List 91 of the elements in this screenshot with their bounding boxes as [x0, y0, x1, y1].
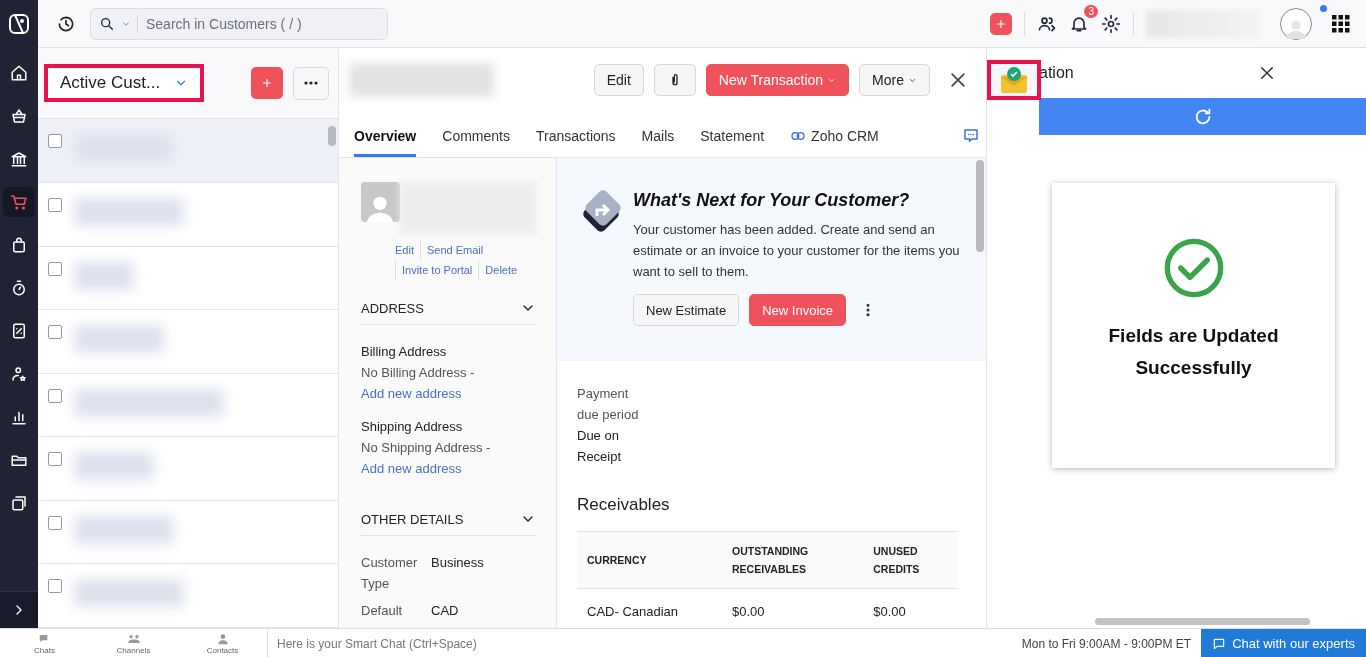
envelope-icon	[999, 66, 1029, 94]
support-hours: Mon to Fri 9:00AM - 9:00PM ET	[1021, 636, 1192, 651]
tab[interactable]: Mails	[641, 128, 675, 157]
field-value: Due on Receipt	[577, 427, 623, 466]
logo-icon	[7, 11, 31, 36]
checkbox[interactable]	[48, 325, 62, 340]
close-icon	[948, 70, 968, 90]
field-value: Business	[431, 554, 485, 572]
tab[interactable]: Statement	[700, 128, 765, 157]
search-icon	[99, 15, 115, 32]
checkbox[interactable]	[48, 515, 62, 530]
new-invoice-button[interactable]: New Invoice	[749, 294, 846, 326]
ellipsis-icon	[304, 81, 318, 86]
new-estimate-button[interactable]: New Estimate	[633, 294, 740, 326]
avatar	[361, 182, 400, 222]
add-address-link[interactable]: Add new address	[361, 386, 462, 401]
edit-button[interactable]: Edit	[593, 64, 644, 96]
field-value: No Shipping Address - Add new address	[361, 439, 492, 478]
attach-button[interactable]	[653, 64, 696, 96]
close-icon	[1258, 64, 1276, 82]
bag-icon	[10, 236, 28, 254]
chat-button[interactable]: Chat with our experts	[1201, 629, 1366, 657]
user-icon	[10, 365, 28, 383]
search-input[interactable]: Search in Customers ( / )	[137, 14, 379, 33]
contact-link[interactable]: Edit	[395, 240, 420, 260]
table-cell: $0.00	[863, 588, 957, 628]
field-value: No Billing Address - Add new address	[361, 364, 476, 403]
field-label: Billing Address	[361, 343, 448, 361]
chat-tab[interactable]: Contacts	[178, 632, 267, 655]
column-header: CURRENCY	[577, 531, 722, 589]
table-cell: CAD- Canadian	[577, 588, 722, 628]
column-header: OUTSTANDING RECEIVABLES	[722, 531, 864, 589]
checkbox[interactable]	[48, 134, 62, 149]
settings-button[interactable]	[1101, 13, 1121, 34]
basket-icon	[10, 107, 28, 125]
scrollbar[interactable]	[1095, 618, 1310, 625]
table-cell: $0.00	[722, 588, 864, 628]
field-label: Shipping Address	[361, 418, 464, 436]
windows-icon	[10, 494, 28, 512]
home-icon	[10, 64, 28, 82]
tab[interactable]: Comments	[442, 128, 510, 157]
chat-bubble-icon	[962, 127, 980, 145]
notifications-button[interactable]: 3	[1069, 4, 1098, 34]
cart-icon	[10, 193, 28, 211]
tab[interactable]: Zoho CRM	[790, 128, 879, 157]
percent-icon	[10, 322, 28, 340]
chat-tab[interactable]: Chats	[0, 632, 89, 655]
close-button[interactable]	[1258, 64, 1276, 82]
scrollbar[interactable]	[976, 160, 984, 252]
stopwatch-icon	[10, 279, 28, 297]
promo-text: Your customer has been added. Create and send an estimate or an invoice to your customer for the items you want to sell to them.	[633, 221, 961, 281]
person-icon	[215, 632, 230, 646]
tab[interactable]: Transactions	[535, 128, 616, 157]
contact-link[interactable]: Invite to Portal	[395, 260, 479, 280]
section-heading: ADDRESS	[361, 300, 424, 316]
add-button[interactable]	[251, 67, 283, 100]
add-address-link[interactable]: Add new address	[361, 461, 462, 476]
chat-tab[interactable]: Channels	[89, 632, 178, 655]
field-label: Default	[361, 602, 404, 620]
people-icon	[126, 632, 141, 646]
checkbox[interactable]	[48, 197, 62, 212]
search-bar[interactable]: Search in Customers ( / )	[90, 7, 388, 40]
view-dropdown[interactable]: Active Cust...	[48, 68, 201, 99]
checkbox[interactable]	[48, 452, 62, 467]
redacted-text	[74, 261, 134, 290]
more-button[interactable]: More	[859, 64, 930, 96]
add-button[interactable]	[990, 12, 1012, 35]
section-heading: OTHER DETAILS	[361, 511, 464, 527]
column-header: UNUSED CREDITS	[863, 531, 957, 589]
promo-title: What's Next for Your Customer?	[633, 190, 911, 211]
comment-button[interactable]	[962, 127, 980, 145]
field-label: Customer Type	[361, 554, 419, 593]
checkbox[interactable]	[48, 579, 62, 594]
notification-badge: 3	[1084, 4, 1098, 18]
new-transaction-button[interactable]: New Transaction	[705, 64, 850, 96]
contact-link[interactable]: Send Email	[419, 240, 490, 260]
success-message: Fields are Updated Successfully	[1107, 324, 1280, 380]
checkbox[interactable]	[48, 261, 62, 276]
field-label: Payment due period	[577, 385, 640, 424]
checkbox[interactable]	[48, 388, 62, 403]
bank-icon	[10, 150, 28, 168]
panel-title: ation	[1039, 64, 1074, 82]
close-button[interactable]	[948, 70, 968, 90]
apps-button[interactable]	[1332, 14, 1350, 33]
field-value: CAD	[431, 602, 460, 620]
settings-icon	[1101, 13, 1121, 34]
grid-icon	[1332, 14, 1350, 33]
contact-link[interactable]: Delete	[478, 260, 524, 280]
section-title: Receivables	[576, 494, 671, 516]
scrollbar[interactable]	[328, 126, 336, 146]
chat-bubble-icon	[1212, 636, 1227, 651]
